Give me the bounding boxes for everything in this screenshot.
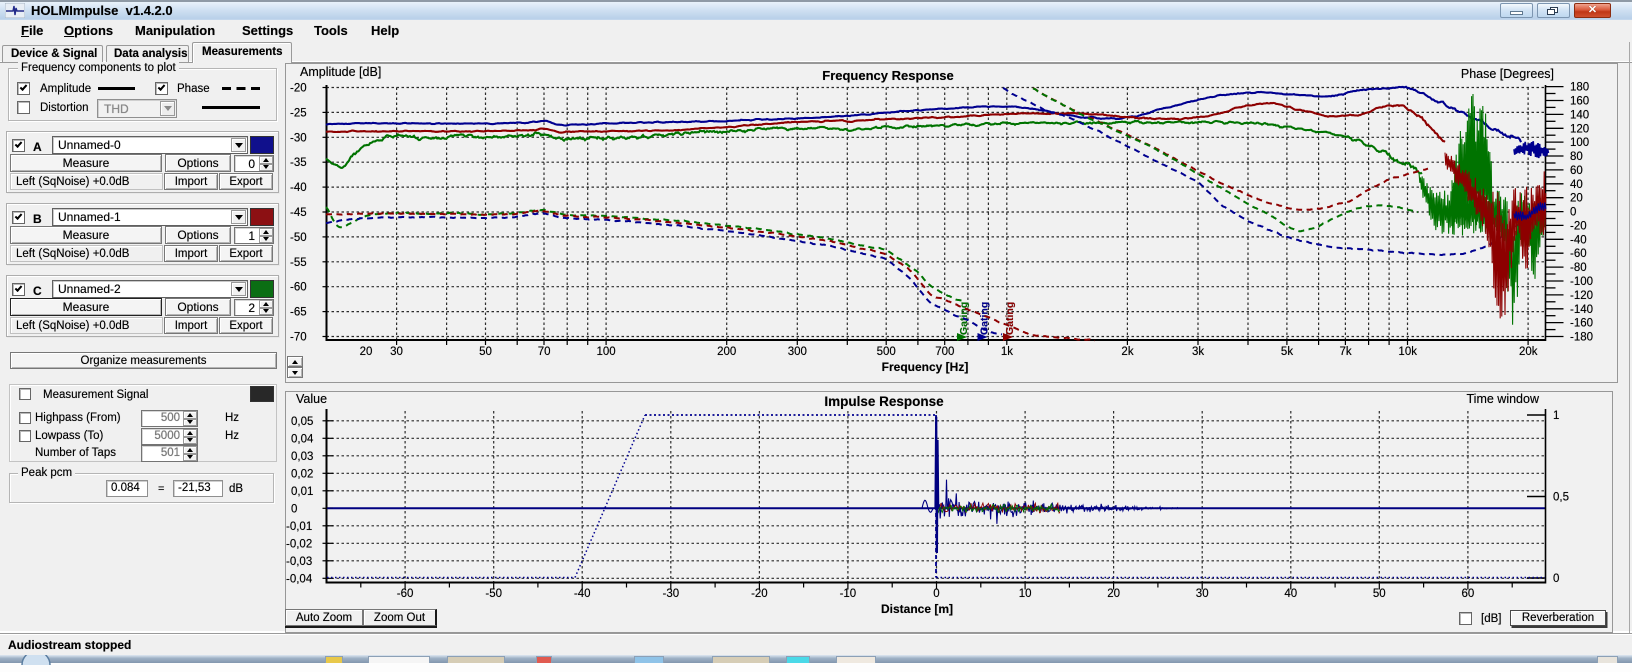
svg-text:60: 60 — [1570, 165, 1583, 177]
svg-text:Frequency [Hz]: Frequency [Hz] — [882, 360, 969, 374]
svg-text:60: 60 — [1462, 588, 1475, 600]
svg-text:0: 0 — [1570, 207, 1576, 219]
svg-text:2k: 2k — [1121, 346, 1133, 358]
svg-text:10: 10 — [1019, 588, 1032, 600]
svg-text:-25: -25 — [290, 107, 307, 119]
svg-text:3k: 3k — [1192, 346, 1204, 358]
svg-text:-20: -20 — [1570, 220, 1587, 232]
svg-text:180: 180 — [1570, 82, 1589, 94]
svg-text:80: 80 — [1570, 151, 1583, 163]
svg-text:-70: -70 — [290, 332, 307, 344]
svg-text:70: 70 — [538, 346, 551, 358]
svg-text:0,03: 0,03 — [291, 451, 313, 463]
svg-text:Impulse Response: Impulse Response — [824, 394, 944, 409]
svg-text:100: 100 — [1570, 137, 1589, 149]
svg-text:-140: -140 — [1570, 304, 1593, 316]
svg-text:20: 20 — [1107, 588, 1120, 600]
svg-text:-50: -50 — [485, 588, 502, 600]
svg-text:Amplitude [dB]: Amplitude [dB] — [300, 65, 381, 79]
svg-text:-120: -120 — [1570, 290, 1593, 302]
svg-text:0,05: 0,05 — [291, 416, 313, 428]
svg-text:50: 50 — [479, 346, 492, 358]
svg-text:-0,01: -0,01 — [286, 521, 312, 533]
svg-text:120: 120 — [1570, 123, 1589, 135]
svg-text:-45: -45 — [290, 207, 307, 219]
svg-text:-40: -40 — [574, 588, 591, 600]
svg-text:-10: -10 — [840, 588, 857, 600]
svg-text:-60: -60 — [290, 282, 307, 294]
svg-text:700: 700 — [935, 346, 954, 358]
svg-text:0,02: 0,02 — [291, 468, 313, 480]
svg-text:0,01: 0,01 — [291, 486, 313, 498]
svg-text:Value: Value — [296, 392, 327, 406]
svg-text:-35: -35 — [290, 157, 307, 169]
svg-text:20k: 20k — [1519, 346, 1538, 358]
svg-text:Frequency Response: Frequency Response — [822, 68, 954, 83]
svg-text:30: 30 — [390, 346, 403, 358]
svg-text:20: 20 — [360, 346, 373, 358]
svg-text:40: 40 — [1284, 588, 1297, 600]
svg-text:30: 30 — [1196, 588, 1209, 600]
svg-text:-65: -65 — [290, 307, 307, 319]
svg-text:20: 20 — [1570, 193, 1583, 205]
svg-text:40: 40 — [1570, 179, 1583, 191]
svg-text:Gating: Gating — [1004, 302, 1016, 335]
svg-text:0,04: 0,04 — [291, 433, 314, 445]
svg-text:50: 50 — [1373, 588, 1386, 600]
svg-text:-100: -100 — [1570, 276, 1593, 288]
svg-text:200: 200 — [717, 346, 736, 358]
svg-text:-55: -55 — [290, 257, 307, 269]
svg-text:7k: 7k — [1340, 346, 1352, 358]
svg-text:1k: 1k — [1001, 346, 1013, 358]
svg-text:-0,02: -0,02 — [286, 538, 312, 550]
svg-text:-80: -80 — [1570, 262, 1587, 274]
svg-text:-40: -40 — [1570, 234, 1587, 246]
svg-text:100: 100 — [597, 346, 616, 358]
svg-text:-30: -30 — [662, 588, 679, 600]
svg-text:-60: -60 — [1570, 248, 1587, 260]
svg-text:0: 0 — [933, 588, 939, 600]
svg-text:Distance [m]: Distance [m] — [881, 602, 953, 616]
svg-text:-30: -30 — [290, 132, 307, 144]
svg-text:140: 140 — [1570, 109, 1589, 121]
svg-text:-0,04: -0,04 — [286, 573, 313, 585]
svg-text:1: 1 — [1553, 410, 1559, 422]
svg-text:-180: -180 — [1570, 332, 1593, 344]
svg-text:300: 300 — [788, 346, 807, 358]
svg-text:5k: 5k — [1281, 346, 1293, 358]
svg-text:0: 0 — [1553, 573, 1559, 585]
svg-text:-50: -50 — [290, 232, 307, 244]
svg-text:10k: 10k — [1398, 346, 1417, 358]
svg-text:Time window: Time window — [1467, 392, 1540, 406]
svg-text:Phase [Degrees]: Phase [Degrees] — [1461, 67, 1554, 81]
svg-text:160: 160 — [1570, 96, 1589, 108]
svg-text:0,5: 0,5 — [1553, 492, 1569, 504]
svg-text:0: 0 — [291, 503, 297, 515]
svg-text:-20: -20 — [751, 588, 768, 600]
svg-text:-40: -40 — [290, 182, 307, 194]
svg-text:-0,03: -0,03 — [286, 556, 312, 568]
svg-text:500: 500 — [877, 346, 896, 358]
svg-text:-160: -160 — [1570, 318, 1593, 330]
svg-text:-60: -60 — [397, 588, 414, 600]
svg-text:-20: -20 — [290, 83, 307, 95]
